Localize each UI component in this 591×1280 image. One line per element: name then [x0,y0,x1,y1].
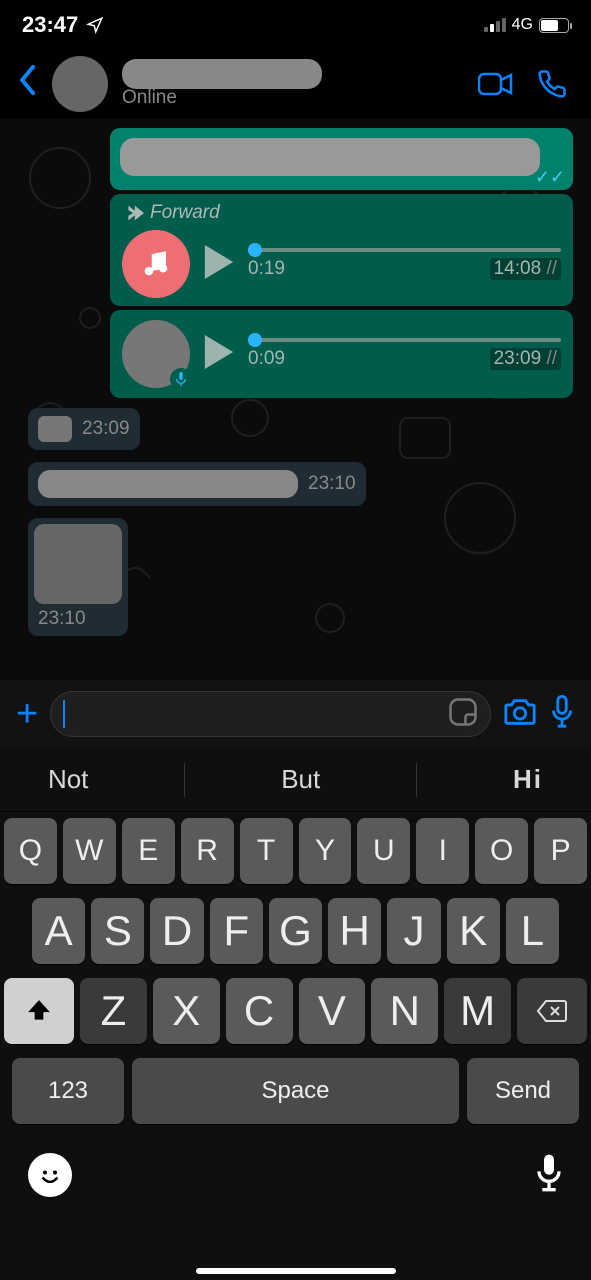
image-thumbnail-redacted [34,524,122,604]
text-cursor [63,700,65,728]
key-j[interactable]: J [387,898,440,964]
play-button[interactable] [204,245,234,284]
key-q[interactable]: Q [4,818,57,884]
voice-record-button[interactable] [549,695,575,734]
read-receipt-icon: ✓✓ [535,167,565,188]
key-v[interactable]: V [299,978,366,1044]
key-x[interactable]: X [153,978,220,1044]
key-r[interactable]: R [181,818,234,884]
location-arrow-icon [86,16,104,34]
read-receipt-icon: // [546,258,557,279]
key-i[interactable]: I [416,818,469,884]
mic-badge-icon [170,368,192,390]
key-p[interactable]: P [534,818,587,884]
key-w[interactable]: W [63,818,116,884]
music-icon [122,230,190,298]
message-timestamp: 23:09 [494,348,542,369]
dictation-key[interactable] [535,1153,563,1198]
message-timestamp: 23:10 [34,608,122,630]
key-z[interactable]: Z [80,978,147,1044]
key-u[interactable]: U [357,818,410,884]
status-time: 23:47 [22,12,78,38]
key-m[interactable]: M [444,978,511,1044]
home-indicator[interactable] [196,1268,396,1274]
status-bar: 23:47 4G [0,0,591,50]
suggestion-word[interactable]: But [281,764,320,795]
voice-call-button[interactable] [531,63,573,105]
play-button[interactable] [204,335,234,374]
chat-header: Online [0,50,591,118]
audio-elapsed: 0:19 [248,258,285,280]
message-input-bar: + [0,680,591,748]
network-label: 4G [512,16,533,34]
audio-seek-bar[interactable] [248,248,561,252]
suggestion-separator [184,763,185,797]
message-text-redacted [120,138,540,176]
suggestion-word[interactable]: Hi [513,764,543,795]
message-text-input[interactable] [50,691,491,737]
key-o[interactable]: O [475,818,528,884]
message-timestamp: 14:08 [494,258,542,279]
contact-name-block[interactable]: Online [122,59,461,109]
keyboard-suggestions: Not But Hi [0,748,591,812]
contact-name-redacted [122,59,322,89]
key-a[interactable]: A [32,898,85,964]
key-k[interactable]: K [447,898,500,964]
back-button[interactable] [18,63,38,106]
backspace-key[interactable] [517,978,587,1044]
camera-button[interactable] [503,697,537,732]
keyboard: Not But Hi QWERTYUIOP ASDFGHJKL ZXCVNM 1… [0,748,591,1280]
message-timestamp: 23:10 [308,473,356,495]
video-call-button[interactable] [475,63,517,105]
sticker-button[interactable] [448,697,478,732]
key-y[interactable]: Y [299,818,352,884]
numbers-key[interactable]: 123 [12,1058,124,1124]
outgoing-audio-message[interactable]: Forward 0:19 14:08 // [110,194,573,306]
incoming-message[interactable]: 23:10 [28,462,366,506]
key-l[interactable]: L [506,898,559,964]
key-f[interactable]: F [210,898,263,964]
shift-key[interactable] [4,978,74,1044]
signal-icon [484,18,506,32]
chat-body[interactable]: ✓✓ Forward 0:19 14:08 // [0,118,591,680]
voice-avatar [122,320,190,388]
outgoing-voice-message[interactable]: 0:09 23:09 // [110,310,573,398]
key-d[interactable]: D [150,898,203,964]
key-t[interactable]: T [240,818,293,884]
suggestion-separator [416,763,417,797]
battery-icon [539,18,569,33]
emoji-key[interactable] [28,1153,72,1197]
forward-arrow-icon [122,205,144,221]
incoming-image-message[interactable]: 23:10 [28,518,128,636]
message-text-redacted [38,470,298,498]
send-key[interactable]: Send [467,1058,579,1124]
incoming-message[interactable]: 23:09 [28,408,140,450]
contact-avatar[interactable] [52,56,108,112]
key-c[interactable]: C [226,978,293,1044]
message-text-redacted [38,416,72,442]
forwarded-label: Forward [122,202,561,224]
space-key[interactable]: Space [132,1058,459,1124]
suggestion-word[interactable]: Not [48,764,88,795]
key-h[interactable]: H [328,898,381,964]
audio-elapsed: 0:09 [248,348,285,370]
contact-status: Online [122,87,461,109]
message-timestamp: 23:09 [82,418,130,440]
key-s[interactable]: S [91,898,144,964]
outgoing-message[interactable]: ✓✓ [110,128,573,190]
attach-button[interactable]: + [16,693,38,736]
key-n[interactable]: N [371,978,438,1044]
read-receipt-icon: // [546,348,557,369]
key-g[interactable]: G [269,898,322,964]
key-e[interactable]: E [122,818,175,884]
audio-seek-bar[interactable] [248,338,561,342]
